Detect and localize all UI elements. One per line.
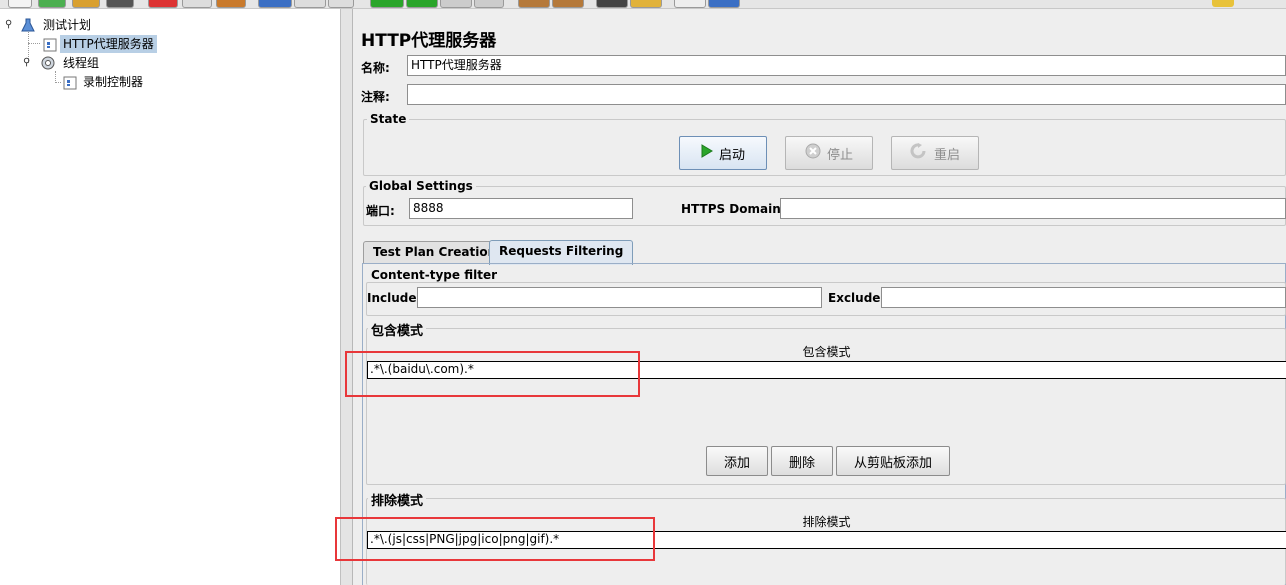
include-field[interactable]	[417, 287, 822, 308]
stop-icon	[805, 143, 821, 163]
include-label: Include:	[367, 291, 422, 305]
state-group-title: State	[367, 112, 410, 126]
gear-icon	[40, 55, 56, 71]
run-icon[interactable]	[370, 0, 404, 8]
tab-requests-filtering[interactable]: Requests Filtering	[489, 240, 634, 265]
stop-button[interactable]: 停止	[785, 136, 873, 170]
tab-test-plan-creation[interactable]: Test Plan Creation	[363, 241, 507, 264]
tree-connector	[28, 43, 40, 44]
port-label: 端口:	[366, 204, 395, 218]
comment-field[interactable]	[407, 84, 1286, 105]
https-domains-label: HTTPS Domains:	[681, 202, 793, 216]
global-settings-title: Global Settings	[366, 179, 476, 193]
templates-icon[interactable]	[38, 0, 66, 8]
panel-splitter[interactable]	[341, 9, 353, 585]
toggle-icon[interactable]	[328, 0, 354, 8]
copy-icon[interactable]	[182, 0, 212, 8]
tree-expander-icon[interactable]: ⚲	[5, 20, 13, 30]
controller-icon	[62, 75, 78, 91]
https-domains-field[interactable]	[780, 198, 1286, 219]
restart-button[interactable]: 重启	[891, 136, 979, 170]
shutdown-icon[interactable]	[474, 0, 504, 8]
open-icon[interactable]	[72, 0, 100, 8]
test-plan-tree[interactable]: ⚲ 测试计划 HTTP代理服务器 ⚲ 线程组 录制控制器	[0, 9, 341, 585]
save-icon[interactable]	[106, 0, 134, 8]
proxy-config-panel: HTTP代理服务器 名称: HTTP代理服务器 注释: State 启动 停止 …	[335, 9, 1286, 585]
new-icon[interactable]	[8, 0, 32, 8]
start-button[interactable]: 启动	[679, 136, 767, 170]
port-field[interactable]: 8888	[409, 198, 633, 219]
add-button[interactable]: 添加	[706, 446, 768, 476]
tree-connector	[55, 82, 61, 83]
play-icon	[701, 144, 713, 162]
collapse-icon[interactable]	[294, 0, 326, 8]
exclude-patterns-title: 排除模式	[368, 490, 427, 509]
warning-icon[interactable]	[1212, 0, 1234, 7]
comment-label: 注释:	[361, 90, 390, 104]
highlight-annotation-exclude	[335, 517, 655, 561]
run-no-pause-icon[interactable]	[406, 0, 438, 8]
tree-item-label: 录制控制器	[83, 75, 144, 89]
stop-icon[interactable]	[440, 0, 472, 8]
exclude-field[interactable]	[881, 287, 1286, 308]
highlight-annotation-include	[345, 351, 640, 397]
tree-item-label: 线程组	[63, 56, 100, 70]
expand-icon[interactable]	[258, 0, 292, 8]
paste-icon[interactable]	[216, 0, 246, 8]
start-button-label: 启动	[718, 147, 745, 163]
remote-start-icon[interactable]	[518, 0, 550, 8]
delete-button[interactable]: 删除	[771, 446, 833, 476]
stop-button-label: 停止	[826, 147, 853, 163]
cut-icon[interactable]	[148, 0, 178, 8]
page-title: HTTP代理服务器	[361, 31, 497, 51]
proxy-icon	[42, 37, 58, 53]
clear-icon[interactable]	[630, 0, 662, 8]
function-icon[interactable]	[674, 0, 706, 8]
help-icon[interactable]	[708, 0, 740, 8]
restart-button-label: 重启	[933, 147, 960, 163]
restart-icon	[910, 143, 928, 163]
tree-item-label: 测试计划	[43, 18, 92, 32]
search-icon[interactable]	[596, 0, 628, 8]
add-from-clipboard-button[interactable]: 从剪贴板添加	[836, 446, 950, 476]
content-type-filter-title: Content-type filter	[368, 268, 500, 282]
name-label: 名称:	[361, 61, 390, 75]
tree-expander-icon[interactable]: ⚲	[23, 58, 31, 68]
exclude-label: Exclude:	[828, 291, 886, 305]
test-plan-icon	[20, 17, 36, 33]
include-patterns-title: 包含模式	[368, 320, 427, 339]
toolbar	[0, 0, 1286, 9]
name-field[interactable]: HTTP代理服务器	[407, 55, 1286, 76]
remote-stop-icon[interactable]	[552, 0, 584, 8]
tree-item-label: HTTP代理服务器	[60, 35, 157, 53]
